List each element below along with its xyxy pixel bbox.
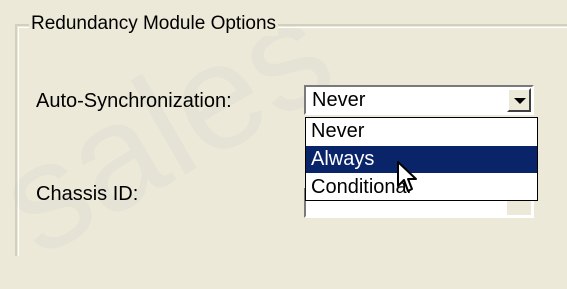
option-conditional[interactable]: Conditional bbox=[306, 174, 537, 201]
mouse-pointer-icon bbox=[397, 161, 417, 192]
groupbox-title: Redundancy Module Options bbox=[29, 12, 279, 36]
auto-synchronization-dropdown-list[interactable]: Never Always Conditional bbox=[305, 117, 538, 201]
auto-synchronization-value: Never bbox=[312, 89, 366, 111]
auto-synchronization-combobox[interactable]: Never bbox=[304, 85, 534, 115]
auto-synchronization-label: Auto-Synchronization: bbox=[36, 90, 232, 112]
option-always[interactable]: Always bbox=[306, 146, 537, 173]
chevron-down-icon[interactable] bbox=[507, 88, 531, 112]
chassis-id-label: Chassis ID: bbox=[36, 183, 139, 205]
option-never[interactable]: Never bbox=[306, 118, 537, 145]
